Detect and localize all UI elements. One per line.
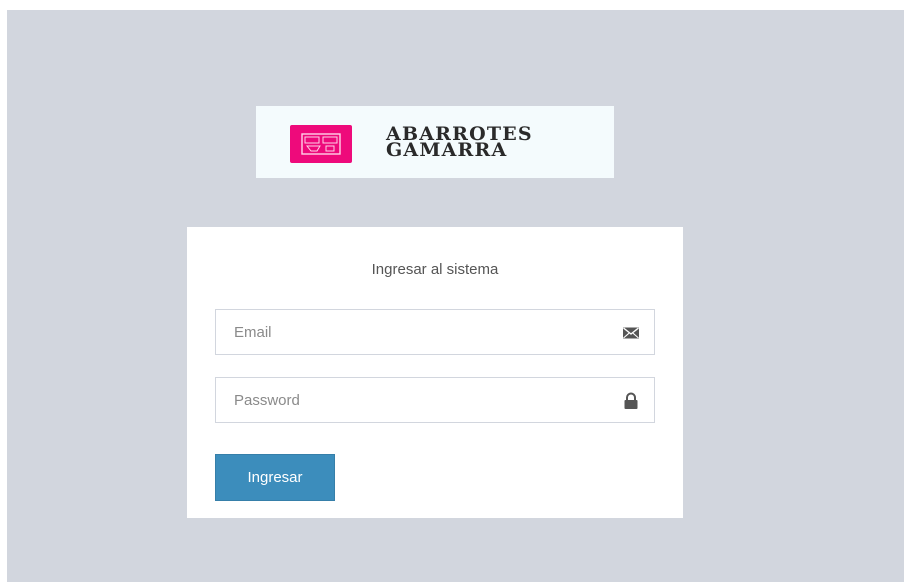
email-field-group xyxy=(215,309,655,355)
brand-logo: ABARROTES GAMARRA xyxy=(256,106,614,178)
email-field[interactable] xyxy=(216,310,654,354)
login-box: Ingresar al sistema Ingresar xyxy=(187,227,683,518)
login-button[interactable]: Ingresar xyxy=(215,454,335,501)
lock-icon xyxy=(622,392,640,410)
password-field[interactable] xyxy=(216,378,654,422)
login-page: ABARROTES GAMARRA Ingresar al sistema Em… xyxy=(7,10,904,582)
login-box-message: Ingresar al sistema xyxy=(371,261,499,278)
envelope-icon xyxy=(622,324,640,342)
storefront-icon xyxy=(290,125,352,163)
password-field-group xyxy=(215,377,655,423)
brand-name: ABARROTES GAMARRA xyxy=(386,125,533,160)
